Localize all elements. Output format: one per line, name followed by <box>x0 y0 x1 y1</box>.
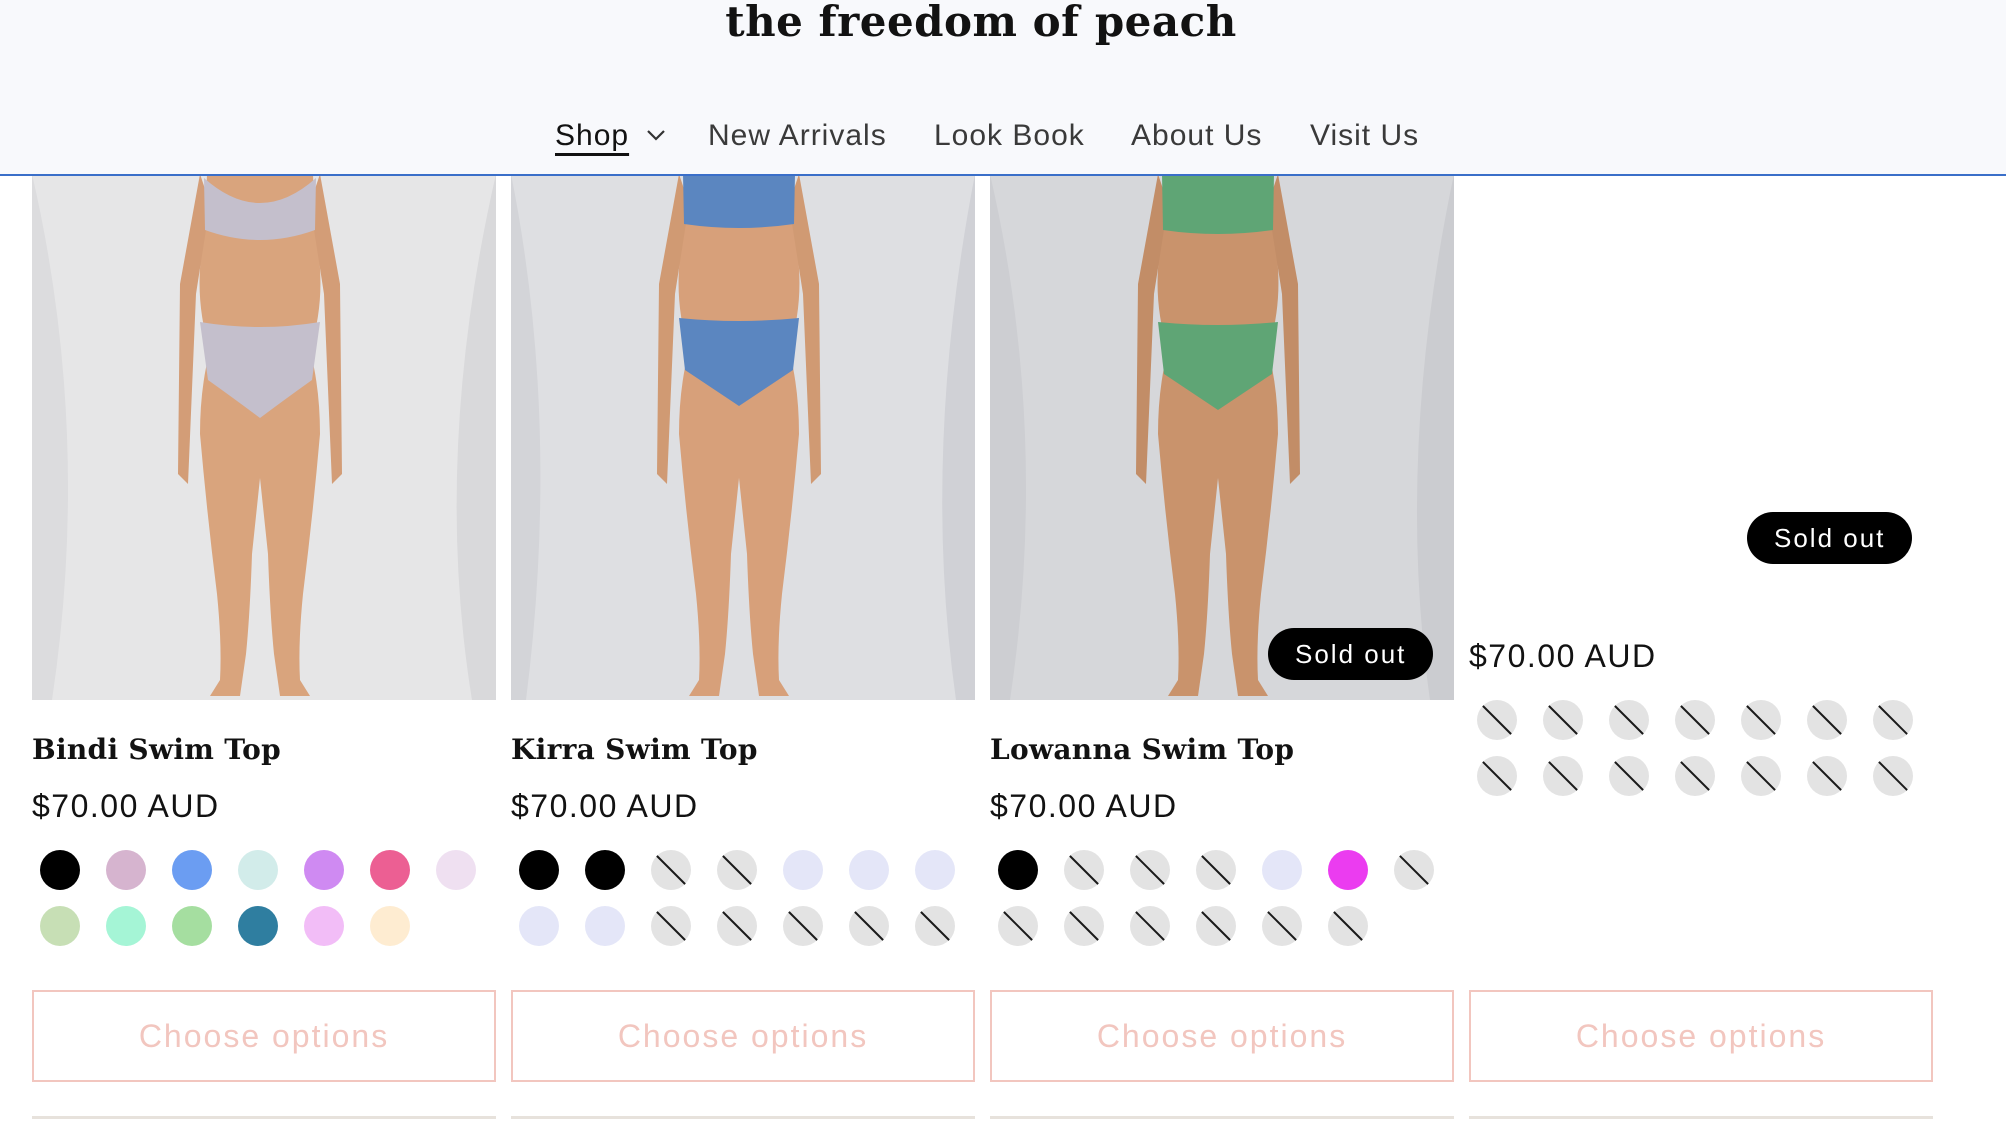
color-swatch-unavailable[interactable] <box>1609 700 1649 740</box>
color-swatch[interactable] <box>106 850 146 890</box>
color-swatch[interactable] <box>519 906 559 946</box>
color-swatch-unavailable[interactable] <box>1064 850 1104 890</box>
color-swatch-unavailable[interactable] <box>849 906 889 946</box>
nav-item-look-book[interactable]: Look Book <box>934 112 1085 160</box>
site-header: the freedom of peach Shop New Arrivals L… <box>0 0 2006 176</box>
color-swatch[interactable] <box>370 906 410 946</box>
color-swatch-unavailable[interactable] <box>1807 700 1847 740</box>
color-swatch-unavailable[interactable] <box>1130 850 1170 890</box>
color-swatch-unavailable[interactable] <box>1130 906 1170 946</box>
color-swatch-unavailable[interactable] <box>1609 756 1649 796</box>
product-price: $70.00 AUD <box>511 788 699 824</box>
color-swatch[interactable] <box>238 850 278 890</box>
product-photo <box>32 174 496 700</box>
next-row-edge <box>32 1116 496 1119</box>
next-row-edge <box>990 1116 1454 1119</box>
product-image[interactable]: Sold out <box>1469 174 1933 700</box>
color-swatch[interactable] <box>849 850 889 890</box>
color-swatch[interactable] <box>519 850 559 890</box>
color-swatch[interactable] <box>40 850 80 890</box>
color-swatch[interactable] <box>585 906 625 946</box>
color-swatch-unavailable[interactable] <box>1394 850 1434 890</box>
color-swatch[interactable] <box>998 850 1038 890</box>
color-swatch-unavailable[interactable] <box>1741 700 1781 740</box>
product-image[interactable] <box>32 174 496 700</box>
nav-item-new-arrivals[interactable]: New Arrivals <box>708 112 887 160</box>
product-photo <box>511 174 975 700</box>
color-swatch-unavailable[interactable] <box>783 906 823 946</box>
color-swatch[interactable] <box>1262 850 1302 890</box>
color-swatch[interactable] <box>40 906 80 946</box>
color-swatch-unavailable[interactable] <box>1675 700 1715 740</box>
product-image[interactable] <box>511 174 975 700</box>
color-swatch-unavailable[interactable] <box>1477 700 1517 740</box>
next-row-edge <box>1469 1116 1933 1119</box>
chevron-down-icon[interactable] <box>646 129 666 141</box>
color-swatch[interactable] <box>172 906 212 946</box>
color-swatch-unavailable[interactable] <box>651 906 691 946</box>
color-swatch[interactable] <box>238 906 278 946</box>
product-title[interactable]: Lowanna Swim Top <box>990 732 1294 768</box>
color-swatch-unavailable[interactable] <box>1196 906 1236 946</box>
color-swatch-unavailable[interactable] <box>1807 756 1847 796</box>
color-swatch-unavailable[interactable] <box>1873 756 1913 796</box>
nav-item-about-us[interactable]: About Us <box>1131 112 1262 160</box>
color-swatch-unavailable[interactable] <box>1262 906 1302 946</box>
product-image[interactable]: Sold out <box>990 174 1454 700</box>
color-swatch-unavailable[interactable] <box>998 906 1038 946</box>
color-swatch-unavailable[interactable] <box>1873 700 1913 740</box>
choose-options-button[interactable]: Choose options <box>990 990 1454 1082</box>
product-title[interactable]: Bindi Swim Top <box>32 732 281 768</box>
product-price: $70.00 AUD <box>1469 638 1657 674</box>
sold-out-badge: Sold out <box>1747 512 1913 564</box>
color-swatch[interactable] <box>436 850 476 890</box>
choose-options-button[interactable]: Choose options <box>511 990 975 1082</box>
color-swatch-unavailable[interactable] <box>717 906 757 946</box>
color-swatch-unavailable[interactable] <box>1543 700 1583 740</box>
color-swatch-unavailable[interactable] <box>1543 756 1583 796</box>
choose-options-button[interactable]: Choose options <box>1469 990 1933 1082</box>
sold-out-badge: Sold out <box>1268 628 1434 680</box>
color-swatch-unavailable[interactable] <box>651 850 691 890</box>
color-swatch-unavailable[interactable] <box>1328 906 1368 946</box>
color-swatch[interactable] <box>1328 850 1368 890</box>
color-swatch-unavailable[interactable] <box>1196 850 1236 890</box>
color-swatch-unavailable[interactable] <box>1675 756 1715 796</box>
brand-logo[interactable]: the freedom of peach <box>0 0 1962 44</box>
color-swatch[interactable] <box>370 850 410 890</box>
next-row-edge <box>511 1116 975 1119</box>
color-swatch[interactable] <box>304 906 344 946</box>
nav-item-visit-us[interactable]: Visit Us <box>1310 112 1419 160</box>
color-swatch[interactable] <box>304 850 344 890</box>
color-swatch[interactable] <box>585 850 625 890</box>
nav-item-shop[interactable]: Shop <box>555 112 629 160</box>
color-swatch-unavailable[interactable] <box>915 906 955 946</box>
product-photo <box>990 174 1454 700</box>
product-title[interactable]: Kirra Swim Top <box>511 732 758 768</box>
color-swatch-unavailable[interactable] <box>717 850 757 890</box>
product-price: $70.00 AUD <box>32 788 220 824</box>
color-swatch-unavailable[interactable] <box>1477 756 1517 796</box>
choose-options-button[interactable]: Choose options <box>32 990 496 1082</box>
color-swatch-unavailable[interactable] <box>1064 906 1104 946</box>
product-price: $70.00 AUD <box>990 788 1178 824</box>
color-swatch[interactable] <box>915 850 955 890</box>
color-swatch[interactable] <box>783 850 823 890</box>
color-swatch-unavailable[interactable] <box>1741 756 1781 796</box>
color-swatch[interactable] <box>106 906 146 946</box>
color-swatch[interactable] <box>172 850 212 890</box>
